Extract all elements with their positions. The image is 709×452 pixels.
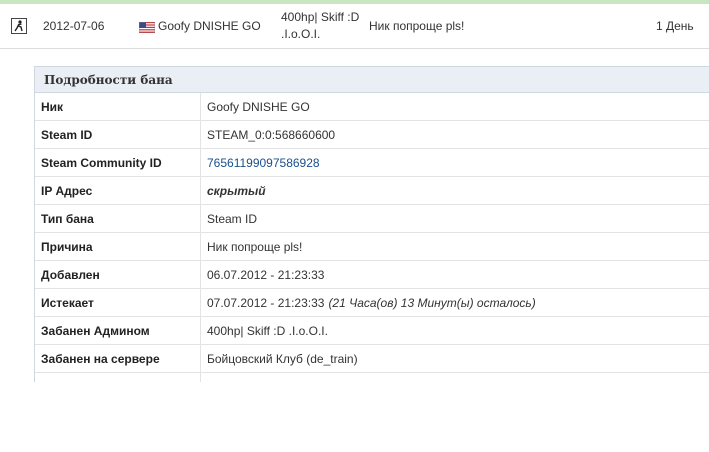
detail-value: Goofy DNISHE GO <box>207 99 310 114</box>
detail-label: Ник <box>35 93 201 120</box>
detail-label: Причина <box>35 233 201 260</box>
detail-label: Забанен на сервере <box>35 345 201 372</box>
detail-label: Тип бана <box>35 205 201 232</box>
detail-value: 07.07.2012 - 21:23:33 <box>207 295 325 310</box>
detail-row-nick: Ник Goofy DNISHE GO <box>35 93 709 121</box>
detail-row-banned-by: Забанен Админом 400hp| Skiff :D .I.o.O.I… <box>35 317 709 345</box>
detail-value: скрытый <box>207 183 266 198</box>
detail-label: Steam Community ID <box>35 149 201 176</box>
ban-admin-name: 400hp| Skiff :D .I.o.O.I. <box>281 10 360 41</box>
ban-date: 2012-07-06 <box>43 19 105 33</box>
detail-label: Добавлен <box>35 261 201 288</box>
detail-row-ban-type: Тип бана Steam ID <box>35 205 709 233</box>
detail-value: STEAM_0:0:568660600 <box>207 127 336 142</box>
community-id-link[interactable]: 76561199097586928 <box>207 156 320 170</box>
detail-row-offenses: Количество нарушений 0 <box>35 373 709 382</box>
detail-row-reason: Причина Ник попроще pls! <box>35 233 709 261</box>
detail-label: Забанен Админом <box>35 317 201 344</box>
detail-row-expires: Истекает 07.07.2012 - 21:23:33 (21 Часа(… <box>35 289 709 317</box>
detail-label: Количество нарушений <box>35 373 201 382</box>
detail-row-added: Добавлен 06.07.2012 - 21:23:33 <box>35 261 709 289</box>
us-flag-icon <box>138 21 156 34</box>
detail-row-community-id: Steam Community ID 76561199097586928 <box>35 149 709 177</box>
detail-label: Steam ID <box>35 121 201 148</box>
detail-value: Бойцовский Клуб (de_train) <box>207 351 358 366</box>
detail-row-server: Забанен на сервере Бойцовский Клуб (de_t… <box>35 345 709 373</box>
detail-value: 400hp| Skiff :D .I.o.O.I. <box>207 323 328 338</box>
ban-reason: Ник попроще pls! <box>369 19 465 33</box>
ban-length: 1 День <box>656 19 694 33</box>
ban-player-name: Goofy DNISHE GO <box>158 19 261 33</box>
ban-details-header: Подробности бана <box>35 67 709 93</box>
detail-row-ip: IP Адрес скрытый <box>35 177 709 205</box>
counter-strike-icon <box>11 18 27 34</box>
detail-value: 06.07.2012 - 21:23:33 <box>207 267 325 282</box>
detail-row-steam-id: Steam ID STEAM_0:0:568660600 <box>35 121 709 149</box>
detail-value: Steam ID <box>207 211 258 226</box>
detail-label: Истекает <box>35 289 201 316</box>
detail-label: IP Адрес <box>35 177 201 204</box>
ban-details-panel: Подробности бана Ник Goofy DNISHE GO Ste… <box>34 66 709 382</box>
detail-value: 0 <box>201 373 214 383</box>
ban-list-row[interactable]: 2012-07-06 Goofy DNISHE GO 400hp| Skiff … <box>0 4 709 49</box>
detail-value: Ник попроще pls! <box>207 239 303 254</box>
time-remaining: (21 Часа(ов) 13 Минут(ы) осталось) <box>328 295 536 310</box>
